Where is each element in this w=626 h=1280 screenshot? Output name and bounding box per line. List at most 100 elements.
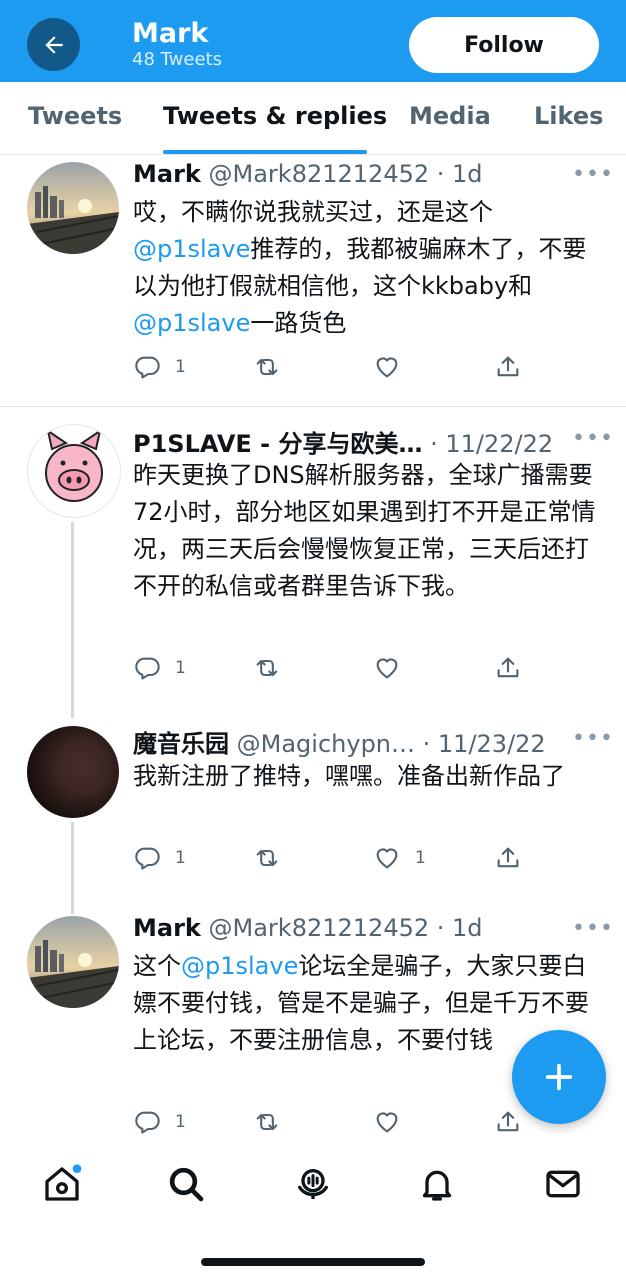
avatar[interactable] [27, 726, 119, 818]
like-button[interactable] [373, 654, 415, 682]
reply-icon [135, 847, 160, 870]
reply-button[interactable]: 1 [133, 353, 186, 381]
share-icon [497, 847, 519, 868]
author-name[interactable]: 魔音乐园 [133, 730, 229, 758]
more-options-icon[interactable]: ••• [572, 916, 614, 941]
tweet-text-segment: 我新注册了推特，嘿嘿。准备出新作品了 [133, 762, 565, 790]
like-button[interactable] [373, 1108, 415, 1136]
nav-spaces[interactable] [291, 1162, 335, 1206]
author-name[interactable]: Mark [133, 914, 201, 942]
avatar[interactable] [27, 916, 119, 1008]
retweet-button[interactable] [252, 844, 282, 872]
more-options-icon[interactable]: ••• [572, 426, 614, 451]
arrow-left-icon [44, 35, 63, 54]
reply-button[interactable]: 1 [133, 654, 186, 682]
share-button[interactable] [494, 844, 522, 872]
author-name[interactable]: Mark [133, 160, 201, 188]
spaces-icon [298, 1169, 328, 1199]
tweet-time: · 1d [436, 160, 483, 188]
tweet-actions: 1 [0, 353, 626, 383]
like-button[interactable]: 1 [373, 844, 426, 872]
tweet-text: 昨天更换了DNS解析服务器，全球广播需要72小时，部分地区如果遇到打不开是正常情… [133, 457, 603, 605]
mention-link[interactable]: @p1slave [133, 235, 250, 263]
share-button[interactable] [494, 353, 522, 381]
share-icon [497, 1111, 519, 1132]
more-options-icon[interactable]: ••• [572, 726, 614, 751]
tweet-time: · 1d [436, 914, 483, 942]
tweet-text-segment: 昨天更换了DNS解析服务器，全球广播需要72小时，部分地区如果遇到打不开是正常情… [133, 461, 596, 600]
tweet-text: 哎，不瞒你说我就买过，还是这个@p1slave推荐的，我都被骗麻木了，不要以为他… [133, 194, 603, 342]
reply-count: 1 [175, 1112, 186, 1132]
active-tab-indicator [163, 150, 367, 154]
home-indicator[interactable] [201, 1258, 425, 1266]
reply-icon [135, 356, 160, 379]
tweet-count: 48 Tweets [132, 49, 222, 70]
tab-tweets-replies[interactable]: Tweets & replies [163, 102, 387, 130]
tweet-time: · 11/22/22 [430, 430, 554, 458]
reply-icon [135, 657, 160, 680]
mention-link[interactable]: @p1slave [181, 952, 298, 980]
tweet-divider [0, 406, 626, 407]
tweet-text-segment: 一路货色 [250, 309, 347, 337]
share-button[interactable] [494, 654, 522, 682]
tweet-time: · 11/23/22 [422, 730, 546, 758]
avatar[interactable] [27, 424, 121, 518]
plus-icon [545, 1063, 573, 1091]
reply-icon [135, 1111, 160, 1134]
notifications-icon [422, 1170, 452, 1201]
messages-icon [546, 1170, 580, 1198]
retweet-button[interactable] [252, 353, 282, 381]
back-button[interactable] [27, 18, 80, 71]
heart-icon [376, 1112, 398, 1133]
nav-notifications[interactable] [415, 1162, 459, 1206]
nav-messages[interactable] [541, 1162, 585, 1206]
tweet-header: 魔音乐园 @Magichypn… · 11/23/22 [133, 724, 599, 759]
home-icon [45, 1164, 82, 1201]
tweet-header: Mark @Mark821212452 · 1d [133, 914, 599, 942]
tweet-text: 我新注册了推特，嘿嘿。准备出新作品了 [133, 758, 603, 795]
retweet-icon [256, 659, 278, 677]
thread-line [71, 522, 74, 718]
mention-link[interactable]: @p1slave [133, 309, 250, 337]
heart-icon [376, 658, 398, 679]
search-icon [169, 1167, 204, 1202]
pig-icon [45, 428, 103, 502]
retweet-button[interactable] [252, 654, 282, 682]
avatar[interactable] [27, 162, 119, 254]
share-icon [497, 356, 519, 377]
reply-count: 1 [175, 357, 186, 377]
tweet-header: P1SLAVE - 分享与欧美… · 11/22/22 [133, 424, 599, 459]
nav-home[interactable] [40, 1162, 84, 1206]
profile-tabs: Tweets Tweets & replies Media Likes [0, 82, 626, 155]
heart-icon [376, 357, 398, 378]
tweet-text-segment: 这个 [133, 952, 181, 980]
tab-likes[interactable]: Likes [534, 102, 603, 130]
profile-header: Mark 48 Tweets Follow [0, 0, 626, 82]
reply-button[interactable]: 1 [133, 1108, 186, 1136]
author-handle: @Magichypn… [236, 730, 416, 758]
author-handle: @Mark821212452 [208, 160, 430, 188]
reply-count: 1 [175, 848, 186, 868]
retweet-icon [256, 1113, 278, 1131]
compose-tweet-button[interactable] [512, 1030, 606, 1124]
retweet-icon [256, 849, 278, 867]
share-icon [497, 657, 519, 678]
share-button[interactable] [494, 1108, 522, 1136]
nav-search[interactable] [164, 1162, 208, 1206]
profile-name: Mark [132, 18, 209, 49]
tweet-actions: 1 1 [0, 844, 626, 874]
tab-tweets[interactable]: Tweets [28, 102, 122, 130]
more-options-icon[interactable]: ••• [572, 162, 614, 187]
reply-count: 1 [175, 658, 186, 678]
tab-media[interactable]: Media [409, 102, 491, 130]
like-count: 1 [415, 848, 426, 868]
tweet-actions: 1 [0, 654, 626, 684]
reply-button[interactable]: 1 [133, 844, 186, 872]
follow-button[interactable]: Follow [409, 17, 599, 73]
like-button[interactable] [373, 353, 415, 381]
author-name[interactable]: P1SLAVE - 分享与欧美… [133, 430, 422, 458]
tweet-text-segment: 哎，不瞒你说我就买过，还是这个 [133, 198, 493, 226]
tweet-header: Mark @Mark821212452 · 1d [133, 160, 599, 188]
author-handle: @Mark821212452 [208, 914, 430, 942]
retweet-button[interactable] [252, 1108, 282, 1136]
